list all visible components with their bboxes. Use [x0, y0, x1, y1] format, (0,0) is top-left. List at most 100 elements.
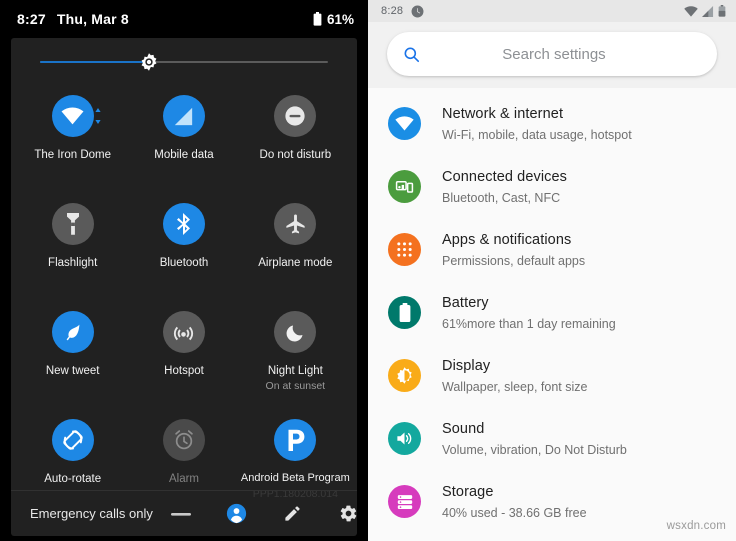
signal-icon — [702, 5, 714, 17]
qs-tile-label: The Iron Dome — [34, 149, 112, 161]
qs-tile-label: New tweet — [45, 365, 100, 377]
tile-icon-wrap — [51, 203, 94, 245]
settings-item-text: Apps & notifications Permissions, default… — [442, 231, 585, 269]
settings-item-connected-devices[interactable]: Connected devices Bluetooth, Cast, NFC — [368, 158, 736, 221]
do-not-disturb-icon — [274, 95, 317, 137]
search-glyph — [404, 47, 419, 62]
power-menu-glyph — [170, 512, 191, 516]
search-bar[interactable]: Search settings — [387, 32, 717, 76]
qs-tile-label: Hotspot — [164, 365, 204, 377]
brightness-fill — [40, 61, 150, 63]
qs-tile-label: Alarm — [168, 473, 199, 485]
settings-item-title: Battery — [442, 295, 489, 311]
settings-status-icons — [684, 5, 726, 17]
brightness-icon — [388, 359, 421, 392]
qs-tile-label: Bluetooth — [159, 257, 209, 269]
qs-status-time: 8:27 — [17, 11, 46, 27]
mobile-data-icon — [162, 95, 205, 137]
qs-tile-label: Do not disturb — [259, 149, 332, 161]
wifi-icon — [388, 107, 421, 140]
qs-status-right: 61% — [313, 12, 354, 27]
qs-status-date: Thu, Mar 8 — [56, 11, 129, 27]
settings-item-title: Storage — [442, 484, 494, 500]
tile-icon-wrap — [51, 311, 94, 353]
settings-list: Network & internet Wi-Fi, mobile, data us… — [368, 88, 736, 536]
settings-item-subtitle: Permissions, default apps — [442, 253, 586, 268]
airplane-icon — [274, 203, 317, 245]
edit-pencil-icon[interactable] — [265, 504, 321, 523]
tile-icon-wrap — [162, 203, 205, 245]
qs-tile-flashlight[interactable]: Flashlight — [17, 194, 128, 302]
settings-item-title: Apps & notifications — [442, 232, 572, 248]
hotspot-icon — [162, 311, 205, 353]
auto-rotate-icon — [51, 419, 94, 461]
tile-icon-wrap — [162, 95, 205, 137]
settings-item-text: Storage 40% used - 38.66 GB free — [442, 483, 587, 521]
brightness-thumb[interactable] — [139, 52, 159, 72]
settings-item-sound[interactable]: Sound Volume, vibration, Do Not Disturb — [368, 410, 736, 473]
qs-tile-new-tweet[interactable]: New tweet — [17, 302, 128, 410]
battery-icon — [718, 5, 726, 17]
watermark: wsxdn.com — [666, 520, 726, 532]
settings-item-display[interactable]: Display Wallpaper, sleep, font size — [368, 347, 736, 410]
qs-tile-mobile-data[interactable]: Mobile data — [128, 86, 239, 194]
search-input[interactable]: Search settings — [435, 46, 673, 63]
settings-item-subtitle: Bluetooth, Cast, NFC — [442, 190, 561, 205]
settings-item-network-internet[interactable]: Network & internet Wi-Fi, mobile, data us… — [368, 95, 736, 158]
dual-screenshot: 8:27 Thu, Mar 8 61% The Iron Dome Mobile… — [0, 0, 736, 541]
carrier-label: Emergency calls only — [30, 506, 153, 521]
edit-pencil-glyph — [285, 506, 300, 521]
tile-icon-wrap — [51, 95, 101, 137]
tile-icon-wrap — [274, 419, 317, 461]
quick-settings-tiles: The Iron Dome Mobile data Do not disturb Fl… — [11, 86, 357, 518]
qs-tile-sublabel: On at sunset — [265, 380, 326, 393]
wifi-icon — [51, 95, 94, 137]
power-menu-icon[interactable] — [153, 509, 209, 519]
user-avatar-glyph — [227, 503, 247, 524]
brightness-icon — [142, 53, 157, 71]
settings-item-battery[interactable]: Battery 61%more than 1 day remaining — [368, 284, 736, 347]
settings-item-text: Battery 61%more than 1 day remaining — [442, 294, 616, 332]
quick-settings-panel: The Iron Dome Mobile data Do not disturb Fl… — [11, 38, 357, 536]
user-avatar-icon[interactable] — [209, 503, 265, 524]
qs-tile-the-iron-dome[interactable]: The Iron Dome — [17, 86, 128, 194]
settings-screen: 8:28 Search settings Network & internet … — [368, 0, 736, 541]
settings-item-subtitle: 61%more than 1 day remaining — [442, 316, 616, 331]
qs-tile-do-not-disturb[interactable]: Do not disturb — [240, 86, 351, 194]
settings-item-title: Sound — [442, 421, 485, 437]
settings-gear-glyph — [341, 505, 357, 522]
beta-p-icon — [274, 419, 317, 466]
settings-item-subtitle: Volume, vibration, Do Not Disturb — [442, 442, 627, 457]
tile-icon-wrap — [162, 419, 205, 461]
search-icon — [387, 45, 435, 64]
qs-battery-percent: 61% — [326, 11, 354, 27]
tile-icon-wrap — [274, 203, 317, 245]
settings-item-text: Connected devices Bluetooth, Cast, NFC — [442, 168, 567, 206]
qs-tile-airplane-mode[interactable]: Airplane mode — [240, 194, 351, 302]
tile-icon-wrap — [51, 419, 94, 461]
qs-tile-night-light[interactable]: Night Light On at sunset — [240, 302, 351, 410]
settings-item-apps-notifications[interactable]: Apps & notifications Permissions, default… — [368, 221, 736, 284]
search-area: Search settings — [368, 22, 736, 88]
qs-tile-hotspot[interactable]: Hotspot — [128, 302, 239, 410]
qs-tile-label: Night Light — [267, 365, 323, 377]
settings-item-title: Connected devices — [442, 169, 568, 185]
tile-icon-wrap — [274, 311, 317, 353]
data-activity-icon — [95, 108, 101, 124]
qs-tile-label: Android Beta Program — [240, 472, 350, 484]
alarm-icon — [162, 419, 205, 461]
connected-devices-icon — [388, 170, 421, 203]
tile-icon-wrap — [162, 311, 205, 353]
qs-footer-actions — [153, 503, 377, 524]
alarm-clock-glyph — [411, 5, 424, 17]
brightness-slider[interactable] — [11, 38, 357, 86]
settings-item-text: Display Wallpaper, sleep, font size — [442, 357, 587, 395]
qs-tile-bluetooth[interactable]: Bluetooth — [128, 194, 239, 302]
brightness-track[interactable] — [40, 53, 328, 71]
settings-item-title: Network & internet — [442, 106, 564, 122]
alarm-clock-icon — [411, 5, 424, 18]
qs-tile-label: Auto-rotate — [44, 473, 102, 485]
twitter-feather-icon — [51, 311, 94, 353]
qs-footer: Emergency calls only — [11, 490, 357, 536]
qs-tile-label: Airplane mode — [258, 257, 333, 269]
